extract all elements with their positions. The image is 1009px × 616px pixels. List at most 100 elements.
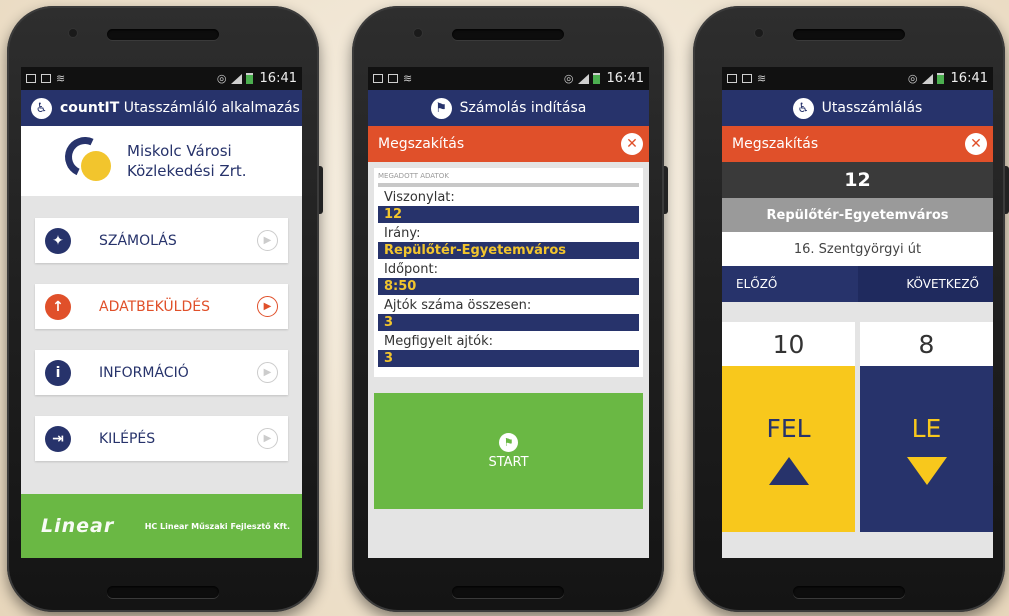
person-walking-icon: ♿ bbox=[792, 97, 814, 119]
footer: Linear HC Linear Műszaki Fejlesztő Kft. bbox=[21, 494, 302, 558]
phone-1: ≋ ◎ 16:41 ♿ countIT Utasszámláló alkalmaz… bbox=[7, 6, 323, 612]
current-stop: 16. Szentgyörgyi út bbox=[722, 232, 993, 266]
side-button bbox=[664, 166, 668, 214]
side-button bbox=[319, 166, 323, 214]
cancel-label: Megszakítás bbox=[378, 136, 465, 152]
app-bar: ♿ Utasszámlálás bbox=[722, 90, 993, 126]
section-header: MEGADOTT ADATOK bbox=[378, 172, 639, 187]
earpiece bbox=[793, 29, 905, 40]
app-bar: ♿ countIT Utasszámláló alkalmazás bbox=[21, 90, 302, 126]
image-notification-icon bbox=[26, 74, 36, 83]
app-title: Számolás indítása bbox=[459, 100, 587, 116]
content: MEGADOTT ADATOK Viszonylat: 12 Irány: Re… bbox=[368, 162, 649, 509]
company-logo: Miskolc Városi Közlekedési Zrt. bbox=[21, 126, 302, 196]
field-label: Időpont: bbox=[384, 262, 438, 277]
signal-icon bbox=[230, 73, 242, 84]
logo-line-2: Közlekedési Zrt. bbox=[127, 162, 247, 180]
side-button bbox=[1005, 166, 1009, 214]
alighting-column: 8 LE bbox=[860, 322, 993, 532]
camera bbox=[755, 29, 763, 37]
logo-line-1: Miskolc Városi bbox=[127, 142, 232, 160]
status-time: 16:41 bbox=[606, 71, 644, 86]
boarding-button[interactable]: FEL bbox=[722, 366, 855, 532]
menu-item-label: INFORMÁCIÓ bbox=[99, 364, 189, 381]
signal-icon bbox=[577, 73, 589, 84]
screen-start-count: ≋ ◎ 16:41 ⚑ Számolás indítása Megszakítás… bbox=[368, 67, 649, 558]
battery-icon bbox=[936, 73, 944, 84]
next-stop-button[interactable]: KÖVETKEZŐ bbox=[857, 266, 993, 302]
mail-notification-icon bbox=[41, 74, 51, 83]
stop-navigation: ELŐZŐ KÖVETKEZŐ bbox=[722, 266, 993, 302]
bottom-speaker bbox=[107, 586, 219, 598]
status-bar: ≋ ◎ 16:41 bbox=[722, 67, 993, 90]
status-time: 16:41 bbox=[259, 71, 297, 86]
info-icon: i bbox=[45, 359, 71, 386]
app-bar: ⚑ Számolás indítása bbox=[368, 90, 649, 126]
mail-notification-icon bbox=[742, 74, 752, 83]
wifi-icon: ≋ bbox=[757, 72, 767, 85]
earpiece bbox=[452, 29, 564, 40]
chevron-right-icon: ▶ bbox=[257, 296, 278, 317]
menu-item-label: SZÁMOLÁS bbox=[99, 232, 177, 249]
route-number: 12 bbox=[722, 162, 993, 198]
person-walking-icon: ✦ bbox=[45, 227, 71, 254]
menu-item-szamolas[interactable]: ✦ SZÁMOLÁS ▶ bbox=[35, 218, 288, 263]
route-destination: Repülőtér-Egyetemváros bbox=[722, 198, 993, 232]
menu-item-informacio[interactable]: i INFORMÁCIÓ ▶ bbox=[35, 350, 288, 395]
chevron-right-icon: ▶ bbox=[257, 428, 278, 449]
boarding-column: 10 FEL bbox=[722, 322, 855, 532]
image-notification-icon bbox=[373, 74, 383, 83]
arrow-up-icon bbox=[768, 456, 809, 485]
menu-item-adatbekuldes[interactable]: ↑ ADATBEKÜLDÉS ▶ bbox=[35, 284, 288, 329]
field-label: Viszonylat: bbox=[384, 190, 455, 205]
phone-3: ≋ ◎ 16:41 ♿ Utasszámlálás Megszakítás ✕ 1… bbox=[693, 6, 1009, 612]
cancel-bar: Megszakítás ✕ bbox=[722, 126, 993, 162]
bottom-speaker bbox=[452, 586, 564, 598]
nfc-icon: ◎ bbox=[216, 72, 227, 85]
signal-icon bbox=[921, 73, 933, 84]
screen-counting: ≋ ◎ 16:41 ♿ Utasszámlálás Megszakítás ✕ 1… bbox=[722, 67, 993, 558]
app-title-bold: countIT bbox=[60, 100, 120, 116]
cancel-label: Megszakítás bbox=[732, 136, 819, 152]
nfc-icon: ◎ bbox=[907, 72, 918, 85]
field-label: Megfigyelt ajtók: bbox=[384, 334, 493, 349]
mvk-logo-icon bbox=[59, 131, 123, 187]
chevron-right-icon: ▶ bbox=[257, 362, 278, 383]
exit-icon: ⇥ bbox=[45, 425, 71, 452]
field-value: 3 bbox=[378, 350, 639, 367]
given-data-card: MEGADOTT ADATOK Viszonylat: 12 Irány: Re… bbox=[374, 168, 643, 377]
camera bbox=[414, 29, 422, 37]
field-value: 3 bbox=[378, 314, 639, 331]
field-value: Repülőtér-Egyetemváros bbox=[378, 242, 639, 259]
counter-columns: 10 FEL 8 LE bbox=[722, 302, 993, 532]
boarding-label: FEL bbox=[766, 413, 811, 443]
boarding-count: 10 bbox=[722, 322, 855, 366]
field-label: Ajtók száma összesen: bbox=[384, 298, 532, 313]
image-notification-icon bbox=[727, 74, 737, 83]
menu-item-label: ADATBEKÜLDÉS bbox=[99, 298, 210, 315]
wifi-icon: ≋ bbox=[403, 72, 413, 85]
previous-stop-button[interactable]: ELŐZŐ bbox=[722, 266, 858, 302]
status-bar: ≋ ◎ 16:41 bbox=[21, 67, 302, 90]
status-bar: ≋ ◎ 16:41 bbox=[368, 67, 649, 90]
app-title-rest: Utasszámláló alkalmazás bbox=[119, 100, 300, 116]
main-menu: ✦ SZÁMOLÁS ▶ ↑ ADATBEKÜLDÉS ▶ i INFORMÁC… bbox=[21, 196, 302, 461]
field-value: 8:50 bbox=[378, 278, 639, 295]
alighting-label: LE bbox=[911, 413, 942, 443]
menu-item-kilepes[interactable]: ⇥ KILÉPÉS ▶ bbox=[35, 416, 288, 461]
battery-icon bbox=[245, 73, 253, 84]
start-button[interactable]: ⚑ START bbox=[374, 393, 643, 509]
start-label: START bbox=[488, 454, 529, 470]
nfc-icon: ◎ bbox=[563, 72, 574, 85]
close-icon[interactable]: ✕ bbox=[621, 133, 643, 155]
field-label: Irány: bbox=[384, 226, 421, 241]
alighting-button[interactable]: LE bbox=[860, 366, 993, 532]
camera bbox=[69, 29, 77, 37]
battery-icon bbox=[592, 73, 600, 84]
close-icon[interactable]: ✕ bbox=[965, 133, 987, 155]
alighting-count: 8 bbox=[860, 322, 993, 366]
cancel-bar: Megszakítás ✕ bbox=[368, 126, 649, 162]
bottom-speaker bbox=[793, 586, 905, 598]
upload-arrow-icon: ↑ bbox=[45, 293, 71, 320]
phone-2: ≋ ◎ 16:41 ⚑ Számolás indítása Megszakítás… bbox=[352, 6, 668, 612]
